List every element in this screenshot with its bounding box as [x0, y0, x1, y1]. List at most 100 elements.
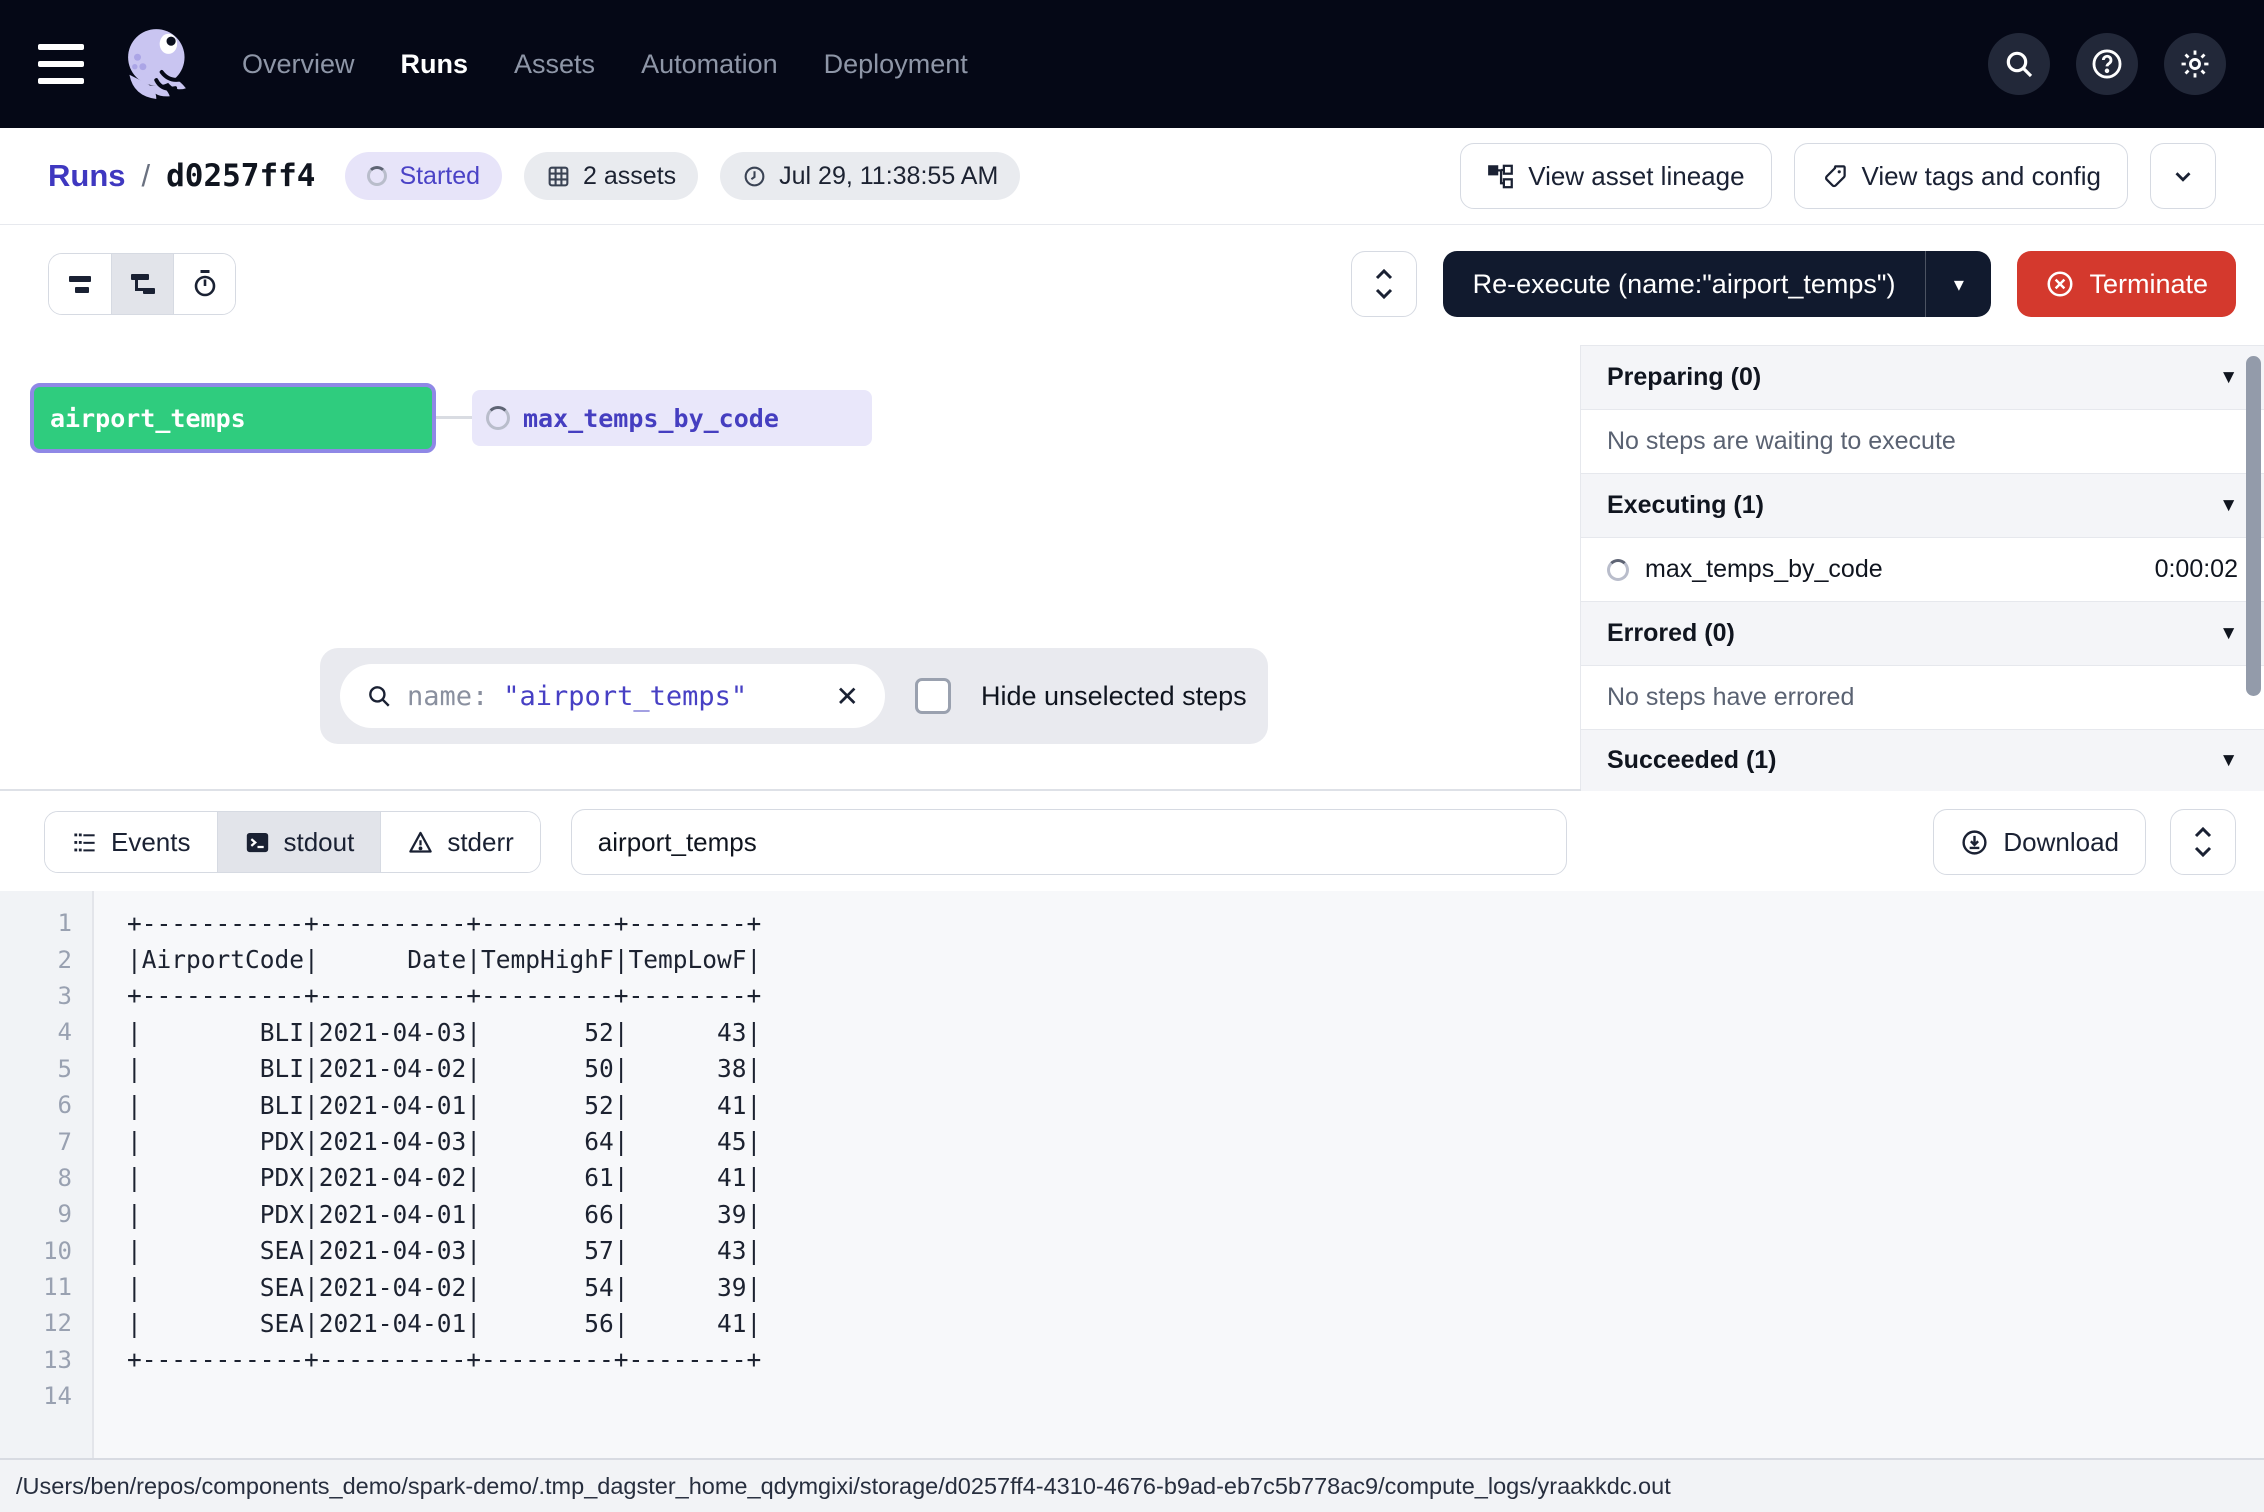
log-toolbar-actions: Download [1933, 809, 2236, 875]
dagster-logo-icon[interactable] [116, 21, 202, 107]
nav-icon-group [1988, 33, 2226, 95]
step-node-airport-temps[interactable]: airport_temps [30, 383, 436, 453]
line-number: 7 [0, 1128, 94, 1156]
panel-executing-step-row[interactable]: max_temps_by_code 0:00:02 [1581, 538, 2264, 602]
line-text: | SEA|2021-04-02| 54| 39| [127, 1273, 761, 1302]
chevron-down-icon [2170, 163, 2196, 189]
settings-gear-icon[interactable] [2164, 33, 2226, 95]
panel-section-succeeded[interactable]: Succeeded (1) ▼ [1581, 730, 2264, 791]
log-file-path-bar: /Users/ben/repos/components_demo/spark-d… [0, 1458, 2264, 1512]
gantt-flat-view-icon[interactable] [49, 254, 111, 314]
line-text: | BLI|2021-04-01| 52| 41| [127, 1091, 761, 1120]
view-tags-config-button[interactable]: View tags and config [1794, 143, 2128, 209]
line-number: 2 [0, 946, 94, 974]
log-line: 1 +-----------+----------+---------+----… [0, 905, 2264, 941]
step-node-max-temps-by-code[interactable]: max_temps_by_code [472, 390, 872, 446]
gantt-waterfall-view-icon[interactable] [111, 254, 173, 314]
log-line: 7 | PDX|2021-04-03| 64| 45| [0, 1123, 2264, 1159]
log-line: 11 | SEA|2021-04-02| 54| 39| [0, 1269, 2264, 1305]
log-expander-button[interactable] [2170, 809, 2236, 875]
clock-icon [742, 164, 767, 189]
log-line: 10 | SEA|2021-04-03| 57| 43| [0, 1233, 2264, 1269]
line-text: | PDX|2021-04-01| 66| 39| [127, 1200, 761, 1229]
log-line: 4 | BLI|2021-04-03| 52| 43| [0, 1014, 2264, 1050]
log-line: 13 +-----------+----------+---------+---… [0, 1342, 2264, 1378]
log-line: 5 | BLI|2021-04-02| 50| 38| [0, 1051, 2264, 1087]
status-badge: Started [345, 152, 502, 200]
log-output: 1 +-----------+----------+---------+----… [0, 891, 2264, 1458]
zoom-expander-button[interactable] [1351, 251, 1417, 317]
line-number: 14 [0, 1382, 94, 1410]
download-button[interactable]: Download [1933, 809, 2146, 875]
nav-item-automation[interactable]: Automation [641, 49, 778, 80]
log-step-selector-input[interactable]: airport_temps [571, 809, 1567, 875]
tag-icon [1821, 163, 1848, 190]
nav-item-overview[interactable]: Overview [242, 49, 355, 80]
up-down-chevrons-icon [1373, 267, 1395, 301]
log-file-path: /Users/ben/repos/components_demo/spark-d… [16, 1473, 1671, 1500]
nav-item-deployment[interactable]: Deployment [824, 49, 968, 80]
panel-empty-preparing: No steps are waiting to execute [1581, 410, 2264, 474]
line-text: | BLI|2021-04-02| 50| 38| [127, 1054, 761, 1083]
line-number: 11 [0, 1273, 94, 1301]
panel-scrollbar[interactable] [2246, 356, 2261, 696]
timer-view-icon[interactable] [173, 254, 235, 314]
log-toolbar: Events stdout stderr airport_te [0, 793, 2264, 891]
up-down-chevrons-icon [2192, 825, 2214, 859]
line-text: | PDX|2021-04-02| 61| 41| [127, 1163, 761, 1192]
caret-down-icon: ▼ [2219, 750, 2238, 772]
hide-unselected-label: Hide unselected steps [981, 681, 1247, 712]
line-text: | SEA|2021-04-03| 57| 43| [127, 1236, 761, 1265]
caret-down-icon: ▼ [2219, 367, 2238, 389]
header-more-actions-button[interactable] [2150, 143, 2216, 209]
line-number: 8 [0, 1164, 94, 1192]
re-execute-dropdown-icon[interactable]: ▾ [1925, 251, 1991, 317]
primary-nav: Overview Runs Assets Automation Deployme… [242, 49, 968, 80]
search-icon [366, 683, 392, 709]
line-number: 4 [0, 1018, 94, 1046]
run-toolbar: Re-execute (name:"airport_temps") ▾ Term… [0, 225, 2264, 343]
breadcrumb-runs-link[interactable]: Runs [48, 158, 126, 194]
log-line: 6 | BLI|2021-04-01| 52| 41| [0, 1087, 2264, 1123]
panel-section-executing[interactable]: Executing (1) ▼ [1581, 474, 2264, 538]
view-asset-lineage-button[interactable]: View asset lineage [1460, 143, 1771, 209]
tab-stdout[interactable]: stdout [217, 812, 381, 872]
top-navbar: Overview Runs Assets Automation Deployme… [0, 0, 2264, 128]
run-id: d0257ff4 [166, 158, 315, 194]
log-line: 2 |AirportCode| Date|TempHighF|TempLowF| [0, 941, 2264, 977]
step-edge [436, 416, 472, 419]
line-text: |AirportCode| Date|TempHighF|TempLowF| [127, 945, 761, 974]
nav-item-runs[interactable]: Runs [401, 49, 469, 80]
dagster-run-page: Overview Runs Assets Automation Deployme… [0, 0, 2264, 1512]
step-filter-input[interactable]: name:"airport_temps" ✕ [340, 664, 885, 728]
panel-section-errored[interactable]: Errored (0) ▼ [1581, 602, 2264, 666]
hide-unselected-checkbox[interactable] [915, 678, 951, 714]
tab-stderr[interactable]: stderr [380, 812, 539, 872]
log-line: 14 [0, 1378, 2264, 1414]
line-number: 5 [0, 1055, 94, 1083]
help-icon[interactable] [2076, 33, 2138, 95]
caret-down-icon: ▼ [2219, 495, 2238, 517]
warning-triangle-icon [407, 829, 434, 856]
run-header: Runs / d0257ff4 Started 2 assets Jul 29,… [0, 128, 2264, 225]
log-line: 9 | PDX|2021-04-01| 66| 39| [0, 1196, 2264, 1232]
menu-icon[interactable] [38, 44, 90, 84]
line-text: +-----------+----------+---------+------… [127, 909, 761, 938]
line-number: 6 [0, 1091, 94, 1119]
log-type-tabs: Events stdout stderr [44, 811, 541, 873]
line-number: 10 [0, 1237, 94, 1265]
line-number: 3 [0, 982, 94, 1010]
panel-section-preparing[interactable]: Preparing (0) ▼ [1581, 346, 2264, 410]
search-icon[interactable] [1988, 33, 2050, 95]
nav-item-assets[interactable]: Assets [514, 49, 595, 80]
download-icon [1960, 828, 1989, 857]
terminate-button[interactable]: Terminate [2017, 251, 2236, 317]
line-text: +-----------+----------+---------+------… [127, 1345, 761, 1374]
clear-filter-icon[interactable]: ✕ [836, 680, 859, 713]
step-spinner-icon [486, 406, 510, 430]
re-execute-button[interactable]: Re-execute (name:"airport_temps") ▾ [1443, 251, 1992, 317]
assets-badge[interactable]: 2 assets [524, 152, 698, 200]
tab-events[interactable]: Events [45, 812, 217, 872]
run-actions: Re-execute (name:"airport_temps") ▾ Term… [1351, 251, 2236, 317]
log-line: 3 +-----------+----------+---------+----… [0, 978, 2264, 1014]
